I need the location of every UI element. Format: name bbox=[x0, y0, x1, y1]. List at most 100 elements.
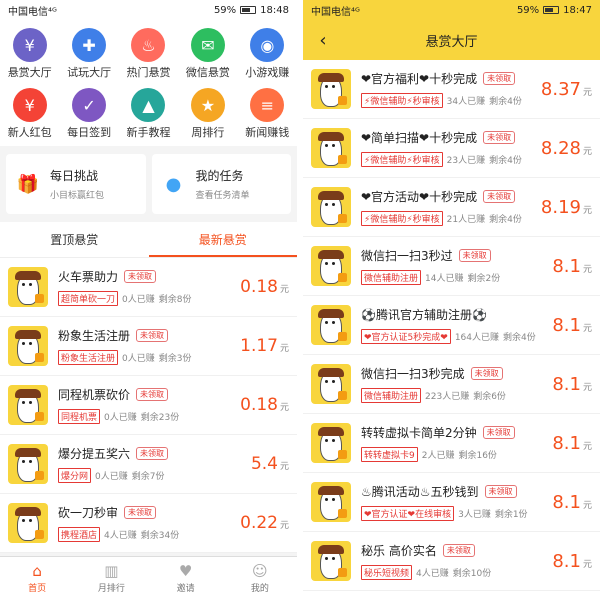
nav-label: 我的 bbox=[250, 583, 269, 594]
grid-item[interactable]: ≡ 新闻赚钱 bbox=[238, 88, 297, 140]
grid-item[interactable]: ◉ 小游戏赚 bbox=[238, 28, 297, 80]
list-item[interactable]: 火车票助力 未领取 超简单砍一刀 0人已赚 剩余8份 0.18 元 bbox=[0, 258, 297, 317]
task-card[interactable]: 🎁 每日挑战 小目标赢红包 bbox=[6, 154, 146, 214]
battery-label: 59% bbox=[516, 4, 540, 16]
grid-item-label: 每日签到 bbox=[67, 126, 112, 139]
remaining-count: 剩余4份 bbox=[489, 215, 522, 225]
price-value: 0.18 bbox=[240, 395, 278, 415]
list-item[interactable]: 同程机票砍价 未领取 同程机票 0人已赚 剩余23份 0.18 元 bbox=[0, 376, 297, 435]
time-label: 18:47 bbox=[563, 4, 592, 16]
earned-count: 34人已赚 bbox=[446, 97, 486, 107]
tab-latest-rewards[interactable]: 最新悬赏 bbox=[148, 222, 298, 257]
grid-item[interactable]: ¥ 新人红包 bbox=[0, 88, 59, 140]
back-chevron-icon[interactable]: ‹ bbox=[311, 28, 335, 52]
nav-item-profile[interactable]: ☺ 我的 bbox=[223, 557, 297, 600]
controller-icon: ◉ bbox=[250, 28, 285, 62]
list-item-body: 火车票助力 未领取 超简单砍一刀 0人已赚 剩余8份 bbox=[48, 268, 240, 306]
list-item-body: 同程机票砍价 未领取 同程机票 0人已赚 剩余23份 bbox=[48, 386, 240, 424]
task-tag: 同程机票 bbox=[58, 409, 101, 424]
list-item[interactable]: ❤简单扫描❤十秒完成 未领取 ⚡微信辅助⚡秒审核 23人已赚 剩余4份 8.28 元 bbox=[303, 119, 600, 178]
list-item[interactable]: 粉象生活注册 未领取 粉象生活注册 0人已赚 剩余3份 1.17 元 bbox=[0, 317, 297, 376]
task-meta: 同程机票 0人已赚 剩余23份 bbox=[58, 409, 240, 424]
list-item[interactable]: 爆分提五奖六 未领取 爆分网 0人已赚 剩余7份 5.4 元 bbox=[0, 435, 297, 494]
bird-avatar-icon bbox=[8, 503, 48, 543]
bird-avatar-icon bbox=[311, 541, 351, 581]
list-item[interactable]: ♨腾讯活动♨五秒钱到 未领取 ❤官方认证❤在线审核 3人已赚 剩余1份 8.1 元 bbox=[303, 473, 600, 532]
task-title: ♨腾讯活动♨五秒钱到 bbox=[361, 485, 479, 499]
earned-count: 4人已赚 bbox=[104, 531, 137, 541]
invite-icon: ♥ bbox=[178, 561, 193, 580]
list-item[interactable]: ❤官方福利❤十秒完成 未领取 ⚡微信辅助⚡秒审核 34人已赚 剩余4份 8.37 元 bbox=[303, 60, 600, 119]
reward-price: 8.28 元 bbox=[541, 138, 592, 159]
title-line: ❤官方福利❤十秒完成 未领取 bbox=[361, 70, 541, 87]
price-value: 8.1 bbox=[552, 255, 581, 277]
price-unit: 元 bbox=[582, 264, 592, 275]
price-unit: 元 bbox=[582, 146, 592, 157]
reward-price: 8.1 元 bbox=[552, 551, 592, 572]
reward-price: 8.1 元 bbox=[552, 433, 592, 454]
grid-item[interactable]: ▲ 新手教程 bbox=[119, 88, 178, 140]
money-bag-icon: ¥ bbox=[12, 28, 47, 62]
list-item[interactable]: 砍一刀秒审 未领取 携程酒店 4人已赚 剩余34份 0.22 元 bbox=[0, 494, 297, 553]
gift-icon: 🎁 bbox=[16, 173, 40, 195]
grid-item[interactable]: ✉ 微信悬赏 bbox=[178, 28, 237, 80]
task-title: 同程机票砍价 bbox=[58, 388, 131, 402]
title-line: 微信扫一扫3秒过 未领取 bbox=[361, 247, 552, 264]
list-item-body: ❤简单扫描❤十秒完成 未领取 ⚡微信辅助⚡秒审核 23人已赚 剩余4份 bbox=[351, 129, 541, 167]
price-value: 5.4 bbox=[250, 454, 278, 474]
bird-avatar-icon bbox=[311, 364, 351, 404]
list-item-body: ♨腾讯活动♨五秒钱到 未领取 ❤官方认证❤在线审核 3人已赚 剩余1份 bbox=[351, 483, 552, 521]
card-subtitle: 小目标赢红包 bbox=[50, 191, 105, 201]
profile-icon: ☺ bbox=[252, 561, 268, 580]
grid-item[interactable]: ¥ 悬赏大厅 bbox=[0, 28, 59, 80]
task-tag: ❤官方认证❤在线审核 bbox=[361, 506, 455, 521]
task-card[interactable]: ● 我的任务 查看任务清单 bbox=[151, 154, 291, 214]
list-item[interactable]: 秘乐 高价实名 未领取 秘乐短视频 4人已赚 剩余10份 8.1 元 bbox=[303, 532, 600, 591]
earned-count: 164人已赚 bbox=[454, 333, 499, 343]
grid-item-label: 悬赏大厅 bbox=[7, 66, 52, 79]
task-meta: ⚡微信辅助⚡秒审核 34人已赚 剩余4份 bbox=[361, 93, 541, 108]
list-item[interactable]: ❤官方活动❤十秒完成 未领取 ⚡微信辅助⚡秒审核 21人已赚 剩余4份 8.19 元 bbox=[303, 178, 600, 237]
task-title: ❤简单扫描❤十秒完成 bbox=[361, 131, 478, 145]
bird-avatar-icon bbox=[311, 482, 351, 522]
tab-pinned-rewards[interactable]: 置顶悬赏 bbox=[0, 222, 149, 257]
price-unit: 元 bbox=[279, 285, 289, 295]
grid-item[interactable]: ★ 周排行 bbox=[178, 88, 237, 140]
nav-item-ranking[interactable]: ▥ 月排行 bbox=[74, 557, 148, 600]
task-meta: 转转虚拟卡9 2人已赚 剩余16份 bbox=[361, 447, 552, 462]
nav-item-invite[interactable]: ♥ 邀请 bbox=[149, 557, 223, 600]
graduation-cap-icon: ▲ bbox=[131, 88, 166, 122]
list-item[interactable]: ⚽腾讯官方辅助注册⚽ ❤官方认证5秒完成❤ 164人已赚 剩余4份 8.1 元 bbox=[303, 296, 600, 355]
list-item[interactable]: 微信扫一扫3秒完成 未领取 微信辅助注册 223人已赚 剩余6份 8.1 元 bbox=[303, 355, 600, 414]
unclaimed-badge: 未领取 bbox=[483, 72, 516, 85]
reward-price: 0.18 元 bbox=[240, 395, 289, 415]
reward-price: 8.1 元 bbox=[552, 315, 592, 336]
remaining-count: 剩余16份 bbox=[458, 451, 497, 461]
grid-item-label: 新人红包 bbox=[7, 126, 52, 139]
grid-item[interactable]: ✓ 每日签到 bbox=[59, 88, 118, 140]
unclaimed-badge: 未领取 bbox=[458, 249, 491, 262]
price-value: 8.1 bbox=[552, 373, 581, 395]
title-line: 砍一刀秒审 未领取 bbox=[58, 504, 240, 521]
task-meta: 携程酒店 4人已赚 剩余34份 bbox=[58, 527, 240, 542]
earned-count: 0人已赚 bbox=[122, 354, 155, 364]
grid-item-label: 新闻赚钱 bbox=[245, 126, 290, 139]
battery-label: 59% bbox=[213, 4, 237, 16]
earned-count: 3人已赚 bbox=[458, 510, 491, 520]
signal-label: ⁴ᴳ bbox=[48, 6, 57, 18]
reward-price: 1.17 元 bbox=[240, 336, 289, 356]
nav-item-home[interactable]: ⌂ 首页 bbox=[0, 557, 74, 600]
title-line: ❤简单扫描❤十秒完成 未领取 bbox=[361, 129, 541, 146]
unclaimed-badge: 未领取 bbox=[483, 190, 516, 203]
grid-item[interactable]: ✚ 试玩大厅 bbox=[59, 28, 118, 80]
list-item[interactable]: 转转虚拟卡简单2分钟 未领取 转转虚拟卡9 2人已赚 剩余16份 8.1 元 bbox=[303, 414, 600, 473]
bird-avatar-icon bbox=[8, 444, 48, 484]
earned-count: 2人已赚 bbox=[421, 451, 455, 461]
ranking-icon: ▥ bbox=[104, 561, 119, 580]
reward-tabs: 置顶悬赏 最新悬赏 bbox=[0, 222, 297, 258]
grid-item[interactable]: ♨ 热门悬赏 bbox=[119, 28, 178, 80]
user-task-icon: ● bbox=[165, 173, 182, 195]
task-meta: ⚡微信辅助⚡秒审核 21人已赚 剩余4份 bbox=[361, 211, 541, 226]
list-item[interactable]: 微信扫一扫3秒过 未领取 微信辅助注册 14人已赚 剩余2份 8.1 元 bbox=[303, 237, 600, 296]
task-cards: 🎁 每日挑战 小目标赢红包 ● 我的任务 查看任务清单 bbox=[0, 146, 297, 222]
